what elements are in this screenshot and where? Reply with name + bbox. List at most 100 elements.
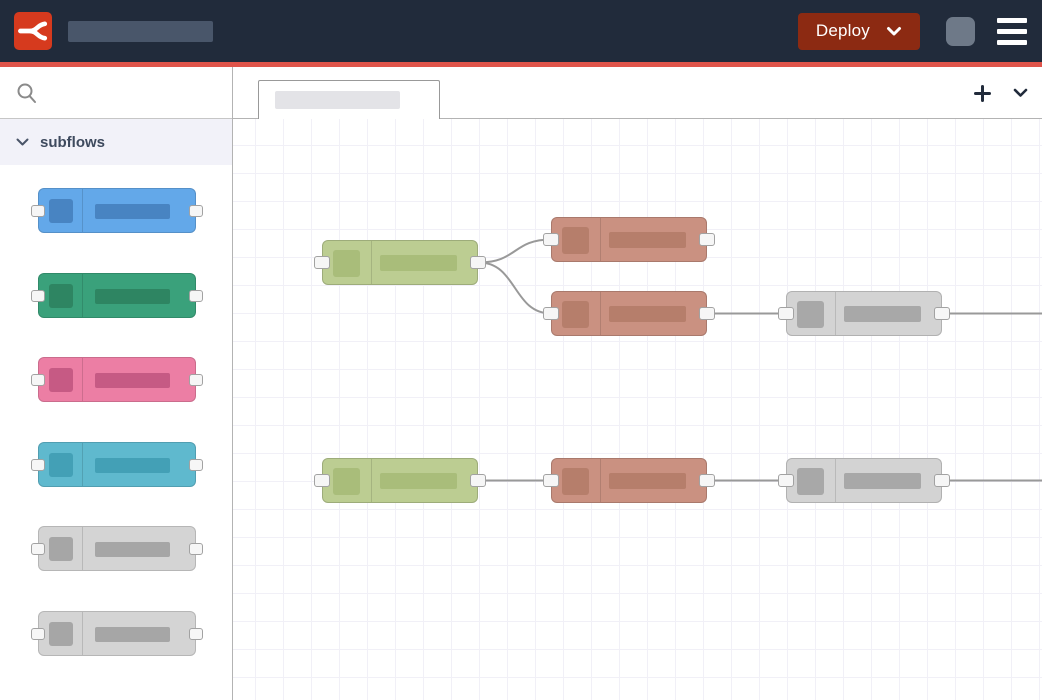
deploy-button-label: Deploy — [816, 21, 870, 41]
palette-node-gray[interactable] — [38, 611, 196, 656]
node-output-port[interactable] — [699, 233, 715, 246]
node-icon — [49, 368, 73, 392]
node-icon — [562, 301, 589, 328]
palette-search[interactable] — [0, 67, 232, 119]
node-output-port[interactable] — [470, 256, 486, 269]
flow-canvas[interactable] — [233, 119, 1042, 700]
node-separator — [82, 274, 83, 317]
node-input-port — [31, 290, 45, 302]
flow-node-olive[interactable] — [322, 240, 478, 285]
node-icon — [562, 468, 589, 495]
flow-node-salmon[interactable] — [551, 217, 707, 262]
node-icon — [49, 284, 73, 308]
node-icon — [797, 468, 824, 495]
node-label-placeholder — [380, 255, 457, 271]
node-separator — [600, 292, 601, 335]
node-input-port[interactable] — [543, 307, 559, 320]
node-label-placeholder — [95, 204, 170, 219]
node-label-placeholder — [95, 542, 170, 557]
flow-tab-label-placeholder — [275, 91, 400, 109]
add-flow-button[interactable] — [974, 85, 991, 102]
node-separator — [600, 459, 601, 502]
node-icon — [333, 250, 360, 277]
node-output-port[interactable] — [699, 307, 715, 320]
node-input-port — [31, 459, 45, 471]
deploy-options-chevron-icon[interactable] — [886, 26, 902, 37]
wire — [479, 240, 551, 263]
node-output-port[interactable] — [699, 474, 715, 487]
palette-sidebar: subflows — [0, 67, 233, 700]
node-separator — [371, 241, 372, 284]
node-output-port — [189, 628, 203, 640]
node-input-port[interactable] — [543, 233, 559, 246]
node-input-port[interactable] — [778, 307, 794, 320]
node-icon — [562, 227, 589, 254]
search-icon — [16, 82, 37, 104]
node-input-port — [31, 374, 45, 386]
header-bar: Deploy — [0, 0, 1042, 62]
node-output-port — [189, 543, 203, 555]
palette-node-green[interactable] — [38, 273, 196, 318]
workspace — [233, 67, 1042, 700]
palette-node-list — [0, 165, 232, 700]
node-icon — [49, 622, 73, 646]
node-output-port[interactable] — [470, 474, 486, 487]
palette-node-pink[interactable] — [38, 357, 196, 402]
node-output-port[interactable] — [934, 474, 950, 487]
node-red-logo[interactable] — [14, 12, 52, 50]
flow-list-button[interactable] — [1013, 88, 1028, 98]
node-red-logo-icon — [17, 15, 49, 47]
node-separator — [82, 358, 83, 401]
flow-wires — [233, 119, 1042, 700]
node-input-port — [31, 205, 45, 217]
flow-node-salmon[interactable] — [551, 291, 707, 336]
node-icon — [797, 301, 824, 328]
chevron-down-icon — [16, 138, 29, 147]
palette-node-cyan[interactable] — [38, 442, 196, 487]
node-label-placeholder — [95, 373, 170, 388]
palette-category-label: subflows — [40, 134, 105, 151]
palette-category-subflows[interactable]: subflows — [0, 119, 232, 165]
node-output-port[interactable] — [934, 307, 950, 320]
node-input-port[interactable] — [543, 474, 559, 487]
node-input-port — [31, 543, 45, 555]
node-icon — [49, 453, 73, 477]
node-label-placeholder — [844, 306, 921, 322]
node-input-port[interactable] — [314, 474, 330, 487]
node-separator — [82, 189, 83, 232]
user-avatar[interactable] — [946, 17, 975, 46]
palette-node-blue[interactable] — [38, 188, 196, 233]
node-separator — [371, 459, 372, 502]
flow-node-salmon[interactable] — [551, 458, 707, 503]
wire — [479, 263, 551, 314]
flow-tab[interactable] — [258, 80, 440, 119]
node-label-placeholder — [609, 473, 686, 489]
node-input-port — [31, 628, 45, 640]
flow-node-olive[interactable] — [322, 458, 478, 503]
palette-node-gray[interactable] — [38, 526, 196, 571]
node-output-port — [189, 290, 203, 302]
node-separator — [835, 292, 836, 335]
node-icon — [333, 468, 360, 495]
node-label-placeholder — [95, 627, 170, 642]
flow-node-gray[interactable] — [786, 458, 942, 503]
node-separator — [600, 218, 601, 261]
plus-icon — [974, 85, 991, 102]
node-icon — [49, 537, 73, 561]
node-separator — [82, 612, 83, 655]
deploy-button[interactable]: Deploy — [798, 13, 920, 50]
node-input-port[interactable] — [314, 256, 330, 269]
node-input-port[interactable] — [778, 474, 794, 487]
node-label-placeholder — [95, 458, 170, 473]
node-label-placeholder — [609, 232, 686, 248]
node-output-port — [189, 205, 203, 217]
hamburger-menu-icon[interactable] — [997, 18, 1027, 45]
node-separator — [82, 527, 83, 570]
flow-tab-bar — [233, 67, 1042, 119]
flow-node-gray[interactable] — [786, 291, 942, 336]
node-output-port — [189, 374, 203, 386]
header-title-placeholder — [68, 21, 213, 42]
node-output-port — [189, 459, 203, 471]
node-icon — [49, 199, 73, 223]
node-label-placeholder — [380, 473, 457, 489]
